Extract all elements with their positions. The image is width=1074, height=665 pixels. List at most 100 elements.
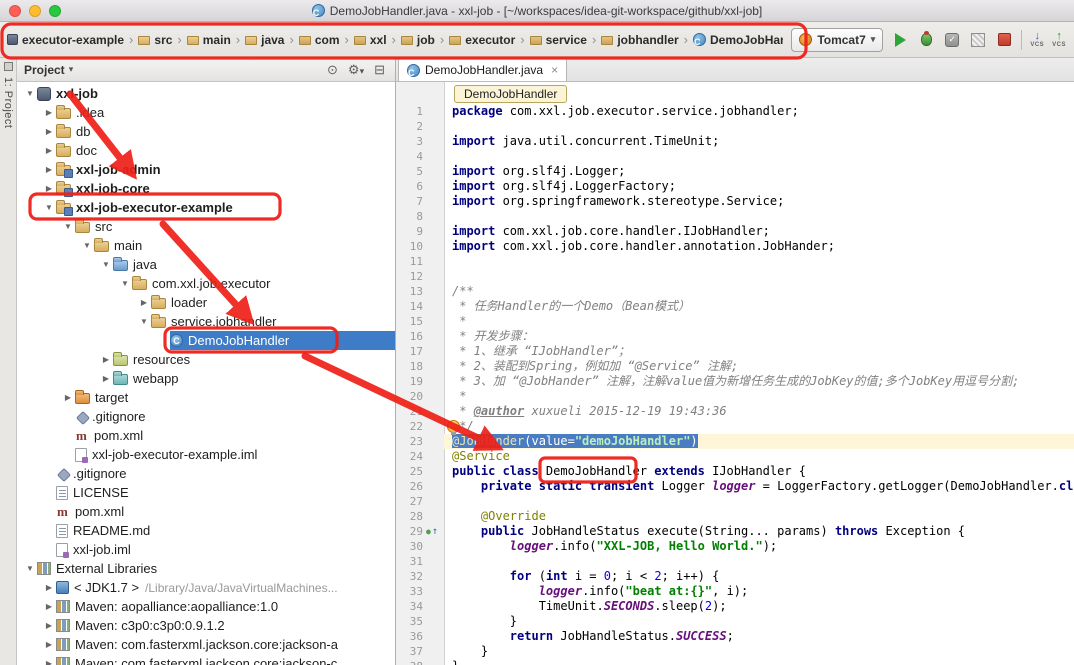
breadcrumb-item-jobhandler[interactable]: jobhandler: [600, 31, 679, 49]
collapse-arrow-icon[interactable]: ▼: [23, 564, 37, 573]
code-line-22[interactable]: 22 */: [396, 419, 1074, 434]
vcs-commit-button[interactable]: ↑ VCS: [1052, 31, 1066, 48]
breadcrumb-item-src[interactable]: src: [137, 31, 173, 49]
collapse-arrow-icon[interactable]: ▼: [61, 222, 75, 231]
code-line-32[interactable]: 32 for (int i = 0; i < 2; i++) {: [396, 569, 1074, 584]
editor-breadcrumb-chip[interactable]: DemoJobHandler: [454, 85, 567, 103]
code-line-4[interactable]: 4: [396, 149, 1074, 164]
tree-item-src[interactable]: ▼src: [17, 217, 395, 236]
code-line-37[interactable]: 37 }: [396, 644, 1074, 659]
breadcrumb-item-xxl[interactable]: xxl: [353, 31, 388, 49]
run-configuration-select[interactable]: Tomcat7 ▾: [791, 28, 883, 52]
code-line-34[interactable]: 34 TimeUnit.SECONDS.sleep(2);: [396, 599, 1074, 614]
code-line-23[interactable]: 23@JobHander(value="demoJobHandler"): [396, 434, 1074, 449]
code-line-30[interactable]: 30 logger.info("XXL-JOB, Hello World.");: [396, 539, 1074, 554]
tree-item-Mavenaopallianceaopalliance1.0[interactable]: ▶Maven: aopalliance:aopalliance:1.0: [17, 597, 395, 616]
expand-arrow-icon[interactable]: ▶: [99, 374, 113, 383]
code-line-28[interactable]: 28 @Override: [396, 509, 1074, 524]
tree-item-.gitignore[interactable]: .gitignore: [17, 464, 395, 483]
tree-item-java[interactable]: ▼java: [17, 255, 395, 274]
expand-arrow-icon[interactable]: ▶: [42, 659, 56, 665]
code-line-25[interactable]: 25public class DemoJobHandler extends IJ…: [396, 464, 1074, 479]
tree-item-webapp[interactable]: ▶webapp: [17, 369, 395, 388]
tree-item-Mavencom.fasterxml.jackson.corejackson-a[interactable]: ▶Maven: com.fasterxml.jackson.core:jacks…: [17, 635, 395, 654]
tree-item-xxl-job-admin[interactable]: ▶xxl-job-admin: [17, 160, 395, 179]
tree-item-ExternalLibraries[interactable]: ▼External Libraries: [17, 559, 395, 578]
code-line-38[interactable]: 38}: [396, 659, 1074, 665]
minimize-window-icon[interactable]: [29, 5, 41, 17]
tree-item-com.xxl.job.executor[interactable]: ▼com.xxl.job.executor: [17, 274, 395, 293]
expand-arrow-icon[interactable]: ▶: [42, 146, 56, 155]
code-line-27[interactable]: 27: [396, 494, 1074, 509]
expand-arrow-icon[interactable]: ▶: [42, 583, 56, 592]
go-to-super-icon[interactable]: ↑: [432, 524, 438, 539]
project-stripe-tab[interactable]: 1: Project: [2, 77, 14, 128]
breadcrumb-item-com[interactable]: com: [298, 31, 341, 49]
expand-arrow-icon[interactable]: ▶: [42, 184, 56, 193]
code-line-14[interactable]: 14 * 任务Handler的一个Demo（Bean模式）: [396, 299, 1074, 314]
code-line-10[interactable]: 10import com.xxl.job.core.handler.annota…: [396, 239, 1074, 254]
collapse-arrow-icon[interactable]: ▼: [137, 317, 151, 326]
tree-item-Mavenc3p0c3p00.9.1.2[interactable]: ▶Maven: c3p0:c3p0:0.9.1.2: [17, 616, 395, 635]
breadcrumb-item-main[interactable]: main: [186, 31, 232, 49]
maximize-window-icon[interactable]: [49, 5, 61, 17]
tree-item-doc[interactable]: ▶doc: [17, 141, 395, 160]
expand-arrow-icon[interactable]: ▶: [42, 165, 56, 174]
tree-item-loader[interactable]: ▶loader: [17, 293, 395, 312]
tree-item-pom.xml[interactable]: pom.xml: [17, 502, 395, 521]
code-line-33[interactable]: 33 logger.info("beat at:{}", i);: [396, 584, 1074, 599]
expand-arrow-icon[interactable]: ▶: [99, 355, 113, 364]
code-line-19[interactable]: 19 * 3、加 “@JobHander” 注解，注解value值为新增任务生成…: [396, 374, 1074, 389]
code-line-3[interactable]: 3import java.util.concurrent.TimeUnit;: [396, 134, 1074, 149]
expand-arrow-icon[interactable]: ▶: [61, 393, 75, 402]
tree-item-xxl-job[interactable]: ▼xxl-job: [17, 84, 395, 103]
expand-arrow-icon[interactable]: ▶: [42, 108, 56, 117]
code-line-17[interactable]: 17 * 1、继承 “IJobHandler”；: [396, 344, 1074, 359]
tool-window-icon[interactable]: [4, 62, 13, 71]
close-tab-icon[interactable]: ×: [551, 63, 558, 77]
code-line-2[interactable]: 2: [396, 119, 1074, 134]
locate-icon[interactable]: ⊙: [324, 62, 341, 78]
overrides-gutter-icon[interactable]: ●: [426, 524, 431, 539]
close-window-icon[interactable]: [9, 5, 21, 17]
editor-tab[interactable]: DemoJobHandler.java ×: [398, 58, 567, 81]
breadcrumb-item-java[interactable]: java: [244, 31, 285, 49]
breadcrumb-item-job[interactable]: job: [400, 31, 436, 49]
tree-item-xxl-job.iml[interactable]: xxl-job.iml: [17, 540, 395, 559]
tree-item-xxl-job-executor-example[interactable]: ▼xxl-job-executor-example: [17, 198, 395, 217]
collapse-arrow-icon[interactable]: ▼: [118, 279, 132, 288]
tree-item-.gitignore[interactable]: .gitignore: [17, 407, 395, 426]
expand-arrow-icon[interactable]: ▶: [42, 602, 56, 611]
tree-item-db[interactable]: ▶db: [17, 122, 395, 141]
tree-item-resources[interactable]: ▶resources: [17, 350, 395, 369]
tree-item-target[interactable]: ▶target: [17, 388, 395, 407]
code-line-5[interactable]: 5import org.slf4j.Logger;: [396, 164, 1074, 179]
code-line-24[interactable]: 24@Service: [396, 449, 1074, 464]
code-line-36[interactable]: 36 return JobHandleStatus.SUCCESS;: [396, 629, 1074, 644]
code-line-31[interactable]: 31: [396, 554, 1074, 569]
collapse-arrow-icon[interactable]: ▼: [42, 203, 56, 212]
tree-item-xxl-job-core[interactable]: ▶xxl-job-core: [17, 179, 395, 198]
code-line-1[interactable]: 1package com.xxl.job.executor.service.jo…: [396, 104, 1074, 119]
expand-arrow-icon[interactable]: ▶: [42, 640, 56, 649]
code-line-8[interactable]: 8: [396, 209, 1074, 224]
breadcrumb-item-executor-example[interactable]: executor-example: [6, 31, 125, 49]
run-button[interactable]: [891, 31, 909, 49]
code-line-11[interactable]: 11: [396, 254, 1074, 269]
tree-item-README.md[interactable]: README.md: [17, 521, 395, 540]
vcs-update-button[interactable]: ↓ VCS: [1030, 31, 1044, 48]
code-line-18[interactable]: 18 * 2、装配到Spring，例如加 “@Service” 注解;: [396, 359, 1074, 374]
tree-item-Mavencom.fasterxml.jackson.corejackson-c[interactable]: ▶Maven: com.fasterxml.jackson.core:jacks…: [17, 654, 395, 665]
profiler-button[interactable]: [969, 31, 987, 49]
code-line-16[interactable]: 16 * 开发步骤：: [396, 329, 1074, 344]
code-line-6[interactable]: 6import org.slf4j.LoggerFactory;: [396, 179, 1074, 194]
code-line-9[interactable]: 9import com.xxl.job.core.handler.IJobHan…: [396, 224, 1074, 239]
code-line-20[interactable]: 20 *: [396, 389, 1074, 404]
expand-arrow-icon[interactable]: ▶: [42, 621, 56, 630]
breadcrumb-item-service[interactable]: service: [529, 31, 588, 49]
breadcrumb-item-DemoJobHandler[interactable]: DemoJobHandler: [692, 31, 783, 49]
code-line-35[interactable]: 35 }: [396, 614, 1074, 629]
code-line-21[interactable]: 21 * @author xuxueli 2015-12-19 19:43:36: [396, 404, 1074, 419]
tree-item-JDK1.7[interactable]: ▶< JDK1.7 >/Library/Java/JavaVirtualMach…: [17, 578, 395, 597]
code-line-26[interactable]: 26 private static transient Logger logge…: [396, 479, 1074, 494]
